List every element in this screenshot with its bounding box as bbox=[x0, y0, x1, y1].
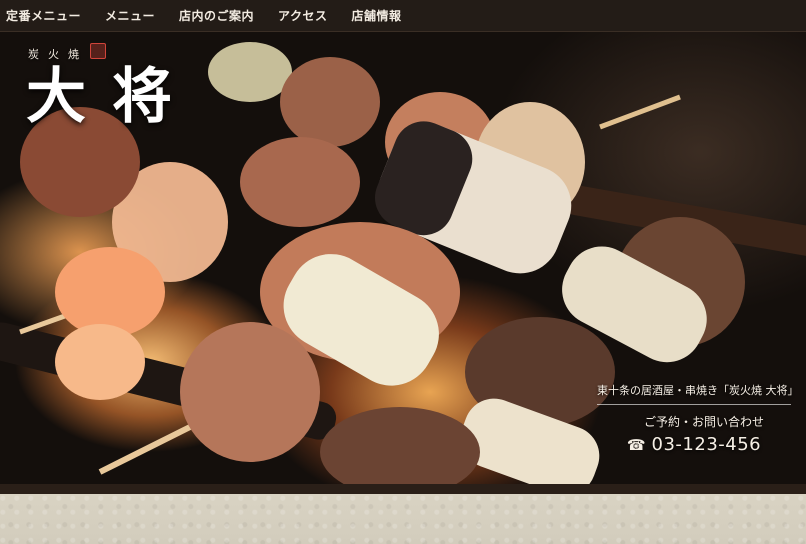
reservation-label: ご予約・お問い合わせ bbox=[643, 415, 764, 429]
nav-item-access[interactable]: アクセス bbox=[266, 0, 339, 31]
phone-number[interactable]: 03-123-456 bbox=[652, 434, 762, 455]
store-tagline: 東十条の居酒屋・串焼き「炭火焼 大将」 bbox=[597, 382, 799, 405]
contact-panel: 東十条の居酒屋・串焼き「炭火焼 大将」 ご予約・お問い合わせ ☎ 03-123-… bbox=[597, 382, 799, 455]
hero-image: 炭火焼 大将 東十条の居酒屋・串焼き「炭火焼 大将」 ご予約・お問い合わせ ☎ … bbox=[0, 32, 806, 484]
nav-item-menu[interactable]: メニュー bbox=[93, 0, 167, 31]
top-nav: 定番メニュー メニュー 店内のご案内 アクセス 店舗情報 bbox=[0, 0, 806, 32]
nav-item-store-info[interactable]: 店舗情報 bbox=[339, 0, 413, 31]
seal-icon bbox=[90, 43, 106, 59]
brand-subtitle: 炭火焼 bbox=[28, 48, 88, 61]
paper-texture-band bbox=[0, 494, 806, 544]
section-divider bbox=[0, 484, 806, 494]
nav-item-store-guide[interactable]: 店内のご案内 bbox=[167, 0, 266, 31]
phone-row[interactable]: ☎ 03-123-456 bbox=[597, 434, 791, 455]
brand-logo: 大将 bbox=[26, 62, 198, 132]
phone-icon: ☎ bbox=[626, 435, 646, 454]
nav-item-standard-menu[interactable]: 定番メニュー bbox=[0, 0, 93, 31]
